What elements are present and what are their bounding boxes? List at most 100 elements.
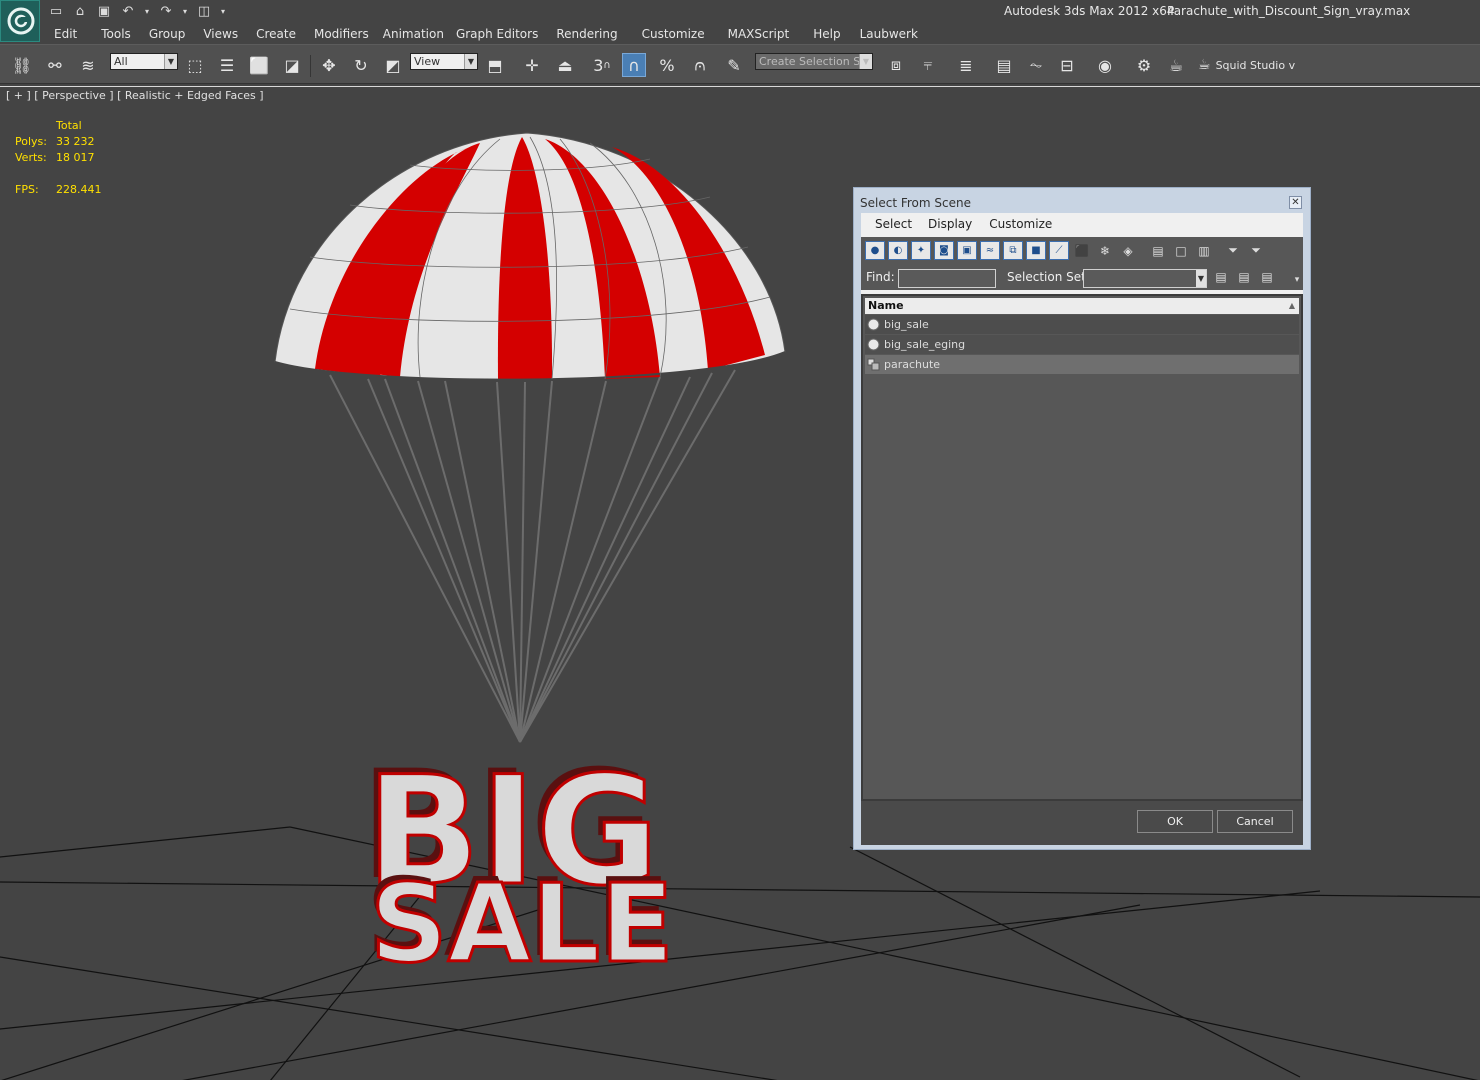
filter-cameras-icon[interactable]: ◙ (934, 241, 954, 260)
save-file-icon[interactable]: ▣ (94, 2, 114, 20)
close-icon[interactable]: ✕ (1289, 196, 1302, 209)
chevron-down-icon: ▼ (464, 54, 477, 69)
named-selection-dropdown[interactable]: Create Selection Se ▼ (755, 53, 873, 70)
dialog-menu-display[interactable]: Display (919, 213, 979, 235)
list-item-big-sale-eging[interactable]: big_sale_eging (865, 335, 1299, 354)
undo-dropdown-icon[interactable]: ▾ (142, 2, 152, 20)
snaps-toggle-icon[interactable]: 3 ∩ (590, 53, 614, 77)
bind-to-space-warp-icon[interactable]: ≋ (76, 53, 100, 77)
menu-laubwerk[interactable]: Laubwerk (852, 25, 927, 43)
filter-hidden-icon[interactable]: ◈ (1118, 241, 1138, 260)
filter-geometry-icon[interactable]: ● (865, 241, 885, 260)
unlink-selection-icon[interactable]: ⚯ (43, 53, 67, 77)
find-row: Find: Selection Set: ▼ ▤ ▤ ▤ ▾ (861, 264, 1303, 290)
rectangular-selection-icon[interactable]: ⬜ (247, 53, 271, 77)
reference-coordinate-dropdown[interactable]: View ▼ (410, 53, 478, 70)
name-column-label: Name (868, 299, 904, 312)
name-column-header[interactable]: Name ▲ (865, 298, 1299, 314)
select-by-name-icon[interactable]: ☰ (215, 53, 239, 77)
menu-views[interactable]: Views (194, 25, 247, 43)
menu-maxscript[interactable]: MAXScript (718, 25, 803, 43)
select-from-scene-dialog: Select From Scene ✕ Select Display Custo… (853, 187, 1311, 850)
mirror-icon[interactable]: ⧈ (884, 53, 908, 77)
new-file-icon[interactable]: ▭ (46, 2, 66, 20)
sphere-icon (866, 317, 880, 331)
toolbar-separator (310, 55, 311, 77)
menu-graph-editors[interactable]: Graph Editors (450, 25, 548, 43)
filter-options-icon[interactable]: ⏷ (1246, 241, 1266, 260)
project-folder-icon[interactable]: ◫ (194, 2, 214, 20)
filter-lights-icon[interactable]: ✦ (911, 241, 931, 260)
select-all-icon[interactable]: ▤ (1148, 241, 1168, 260)
filter-shapes-icon[interactable]: ◐ (888, 241, 908, 260)
graphite-modeling-tools-icon[interactable]: ▤ (992, 53, 1016, 77)
pivot-point-center-icon[interactable]: ⬒ (483, 53, 507, 77)
selection-set-add-icon[interactable]: ▤ (1211, 267, 1231, 286)
dialog-menu-select[interactable]: Select (861, 213, 919, 235)
snaps-toggle-label: 3 (593, 55, 604, 75)
material-editor-icon[interactable]: ◉ (1093, 53, 1117, 77)
curve-editor-icon[interactable]: ⏦ (1024, 53, 1048, 77)
expand-options-icon[interactable]: ▾ (1287, 270, 1307, 289)
cancel-button[interactable]: Cancel (1217, 810, 1293, 833)
filter-helpers-icon[interactable]: ▣ (957, 241, 977, 260)
angle-snap-toggle-icon[interactable]: ∩ (622, 53, 646, 77)
menu-create[interactable]: Create (247, 25, 305, 43)
quick-access-dropdown-icon[interactable]: ▾ (218, 2, 228, 20)
selection-filter-dropdown[interactable]: All ▼ (110, 53, 178, 70)
selection-set-highlight-icon[interactable]: ▤ (1257, 267, 1277, 286)
menu-edit[interactable]: Edit (42, 25, 86, 43)
filter-space-warps-icon[interactable]: ≈ (980, 241, 1000, 260)
layer-manager-icon[interactable]: ≣ (954, 53, 978, 77)
menu-customize[interactable]: Customize (631, 25, 718, 43)
undo-icon[interactable]: ↶ (118, 2, 138, 20)
select-invert-icon[interactable]: ▥ (1194, 241, 1214, 260)
menu-rendering[interactable]: Rendering (548, 25, 630, 43)
window-crossing-icon[interactable]: ◪ (280, 53, 304, 77)
list-item-label: parachute (884, 358, 941, 371)
filter-xrefs-icon[interactable]: ■ (1026, 241, 1046, 260)
menu-help[interactable]: Help (802, 25, 851, 43)
redo-icon[interactable]: ↷ (156, 2, 176, 20)
3dsmax-logo-icon (7, 7, 35, 35)
menu-modifiers[interactable]: Modifiers (305, 25, 378, 43)
select-object-icon[interactable]: ⬚ (183, 53, 207, 77)
redo-dropdown-icon[interactable]: ▾ (180, 2, 190, 20)
select-and-scale-icon[interactable]: ◩ (381, 53, 405, 77)
filter-groups-icon[interactable]: ⧉ (1003, 241, 1023, 260)
dialog-footer: OK Cancel (861, 801, 1303, 845)
percent-snap-toggle-icon[interactable]: % (655, 53, 679, 77)
select-and-link-icon[interactable]: ⛓ (10, 53, 34, 77)
select-and-manipulate-icon[interactable]: ✛ (520, 53, 544, 77)
list-item-big-sale[interactable]: big_sale (865, 315, 1299, 334)
select-and-rotate-icon[interactable]: ↻ (349, 53, 373, 77)
selection-set-remove-icon[interactable]: ▤ (1234, 267, 1254, 286)
render-setup-icon[interactable]: ⚙ (1132, 53, 1156, 77)
filter-bones-icon[interactable]: ⟋ (1049, 241, 1069, 260)
select-and-move-icon[interactable]: ✥ (317, 53, 341, 77)
menu-group[interactable]: Group (140, 25, 195, 43)
select-none-icon[interactable]: □ (1171, 241, 1191, 260)
edit-named-selection-icon[interactable]: ✎ (722, 53, 746, 77)
find-input[interactable] (898, 269, 996, 288)
workspace-selector[interactable]: ☕ Squid Studio v (1198, 57, 1295, 73)
chevron-down-icon: ▼ (164, 54, 177, 69)
selection-set-dropdown[interactable]: ▼ (1083, 269, 1207, 288)
spinner-snap-toggle-icon[interactable]: ⩀ (688, 53, 712, 77)
ok-button[interactable]: OK (1137, 810, 1213, 833)
dialog-menu-customize[interactable]: Customize (979, 213, 1059, 235)
filter-containers-icon[interactable]: ⬛ (1072, 241, 1092, 260)
reference-coordinate-value: View (414, 55, 441, 68)
keyboard-shortcut-override-icon[interactable]: ⏏ (553, 53, 577, 77)
align-icon[interactable]: ⫧ (916, 53, 940, 77)
open-file-icon[interactable]: ⌂ (70, 2, 90, 20)
menu-tools[interactable]: Tools (86, 25, 140, 43)
menu-animation[interactable]: Animation (378, 25, 450, 43)
scene-object-list[interactable]: Name ▲ big_sale big_sale_eging parachute (861, 294, 1303, 801)
list-item-parachute[interactable]: parachute (865, 355, 1299, 374)
app-menu-button[interactable] (0, 0, 40, 42)
filter-frozen-icon[interactable]: ❄ (1095, 241, 1115, 260)
filter-funnel-icon[interactable]: ⏷ (1223, 241, 1243, 260)
rendered-frame-window-icon[interactable]: ☕ (1164, 53, 1188, 77)
schematic-view-icon[interactable]: ⊟ (1055, 53, 1079, 77)
